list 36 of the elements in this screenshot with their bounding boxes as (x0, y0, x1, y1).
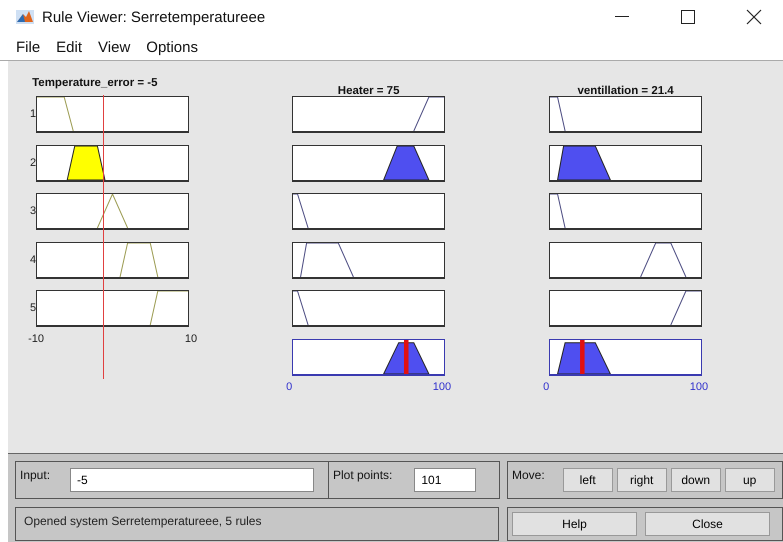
rule-number: 1 (30, 107, 36, 122)
rule-number: 2 (30, 156, 36, 170)
input-label: Input: (20, 468, 50, 482)
minimize-icon[interactable] (615, 16, 629, 18)
variable-title: Temperature_error = -5 (32, 77, 159, 91)
input-field[interactable]: -5 (70, 468, 314, 492)
rule-number: 4 (30, 252, 36, 268)
axis-tick-label: 0 (543, 381, 550, 393)
plot-points-label: Plot points: (333, 468, 392, 482)
axis-tick-label: 10 (184, 332, 198, 344)
dialog-button[interactable]: Help (512, 512, 637, 536)
axis-tick-label: 0 (286, 381, 292, 393)
axis-tick-label: 100 (432, 381, 452, 393)
window-title: Rule Viewer: Serretemperatureee (42, 8, 266, 26)
maximize-icon[interactable] (681, 10, 695, 24)
move-button[interactable]: left (562, 468, 613, 492)
menu-item[interactable]: Options (146, 38, 198, 56)
app-logo-icon (16, 10, 34, 24)
input-value-line[interactable] (103, 95, 104, 379)
variable-title: ventillation = 21.4 (576, 85, 675, 96)
axis-tick-label: 100 (690, 381, 708, 393)
menu-item[interactable]: Edit (56, 38, 82, 56)
close-icon[interactable] (746, 9, 762, 25)
plot-points-field[interactable]: 101 (414, 468, 476, 492)
move-button[interactable]: up (724, 468, 775, 492)
axis-tick-label: -10 (28, 332, 44, 344)
rule-number: 3 (30, 204, 36, 219)
menu-item[interactable]: View (98, 38, 130, 56)
move-button[interactable]: right (616, 468, 667, 492)
status-message: Opened system Serretemperatureee, 5 rules (15, 507, 499, 541)
menu-item[interactable]: File (16, 38, 40, 56)
rule-number: 5 (30, 301, 36, 316)
dialog-button[interactable]: Close (645, 512, 770, 536)
move-button[interactable]: down (670, 468, 721, 492)
move-label: Move: (512, 468, 545, 482)
variable-title: Heater = 75 (336, 85, 400, 96)
